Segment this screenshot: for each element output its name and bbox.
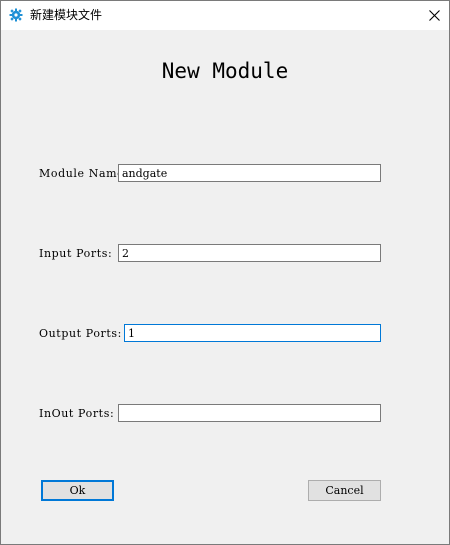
new-module-dialog: 新建模块文件 New Module Module Name: Input Por…: [0, 0, 450, 545]
gear-icon: [9, 7, 23, 22]
input-ports-label: Input Ports:: [39, 247, 113, 260]
module-name-label: Module Name:: [39, 167, 129, 180]
ok-button[interactable]: Ok: [41, 480, 114, 501]
output-ports-input[interactable]: [124, 324, 381, 342]
window-title: 新建模块文件: [30, 8, 103, 22]
input-ports-input[interactable]: [118, 244, 381, 262]
cancel-button[interactable]: Cancel: [308, 480, 381, 501]
inout-ports-input[interactable]: [118, 404, 381, 422]
close-button[interactable]: [419, 1, 449, 30]
dialog-heading: New Module: [161, 59, 289, 83]
title-bar[interactable]: 新建模块文件: [1, 1, 449, 30]
output-ports-label: Output Ports:: [39, 327, 122, 340]
inout-ports-label: InOut Ports:: [39, 407, 115, 420]
close-icon: [428, 6, 440, 25]
module-name-input[interactable]: [118, 164, 381, 182]
